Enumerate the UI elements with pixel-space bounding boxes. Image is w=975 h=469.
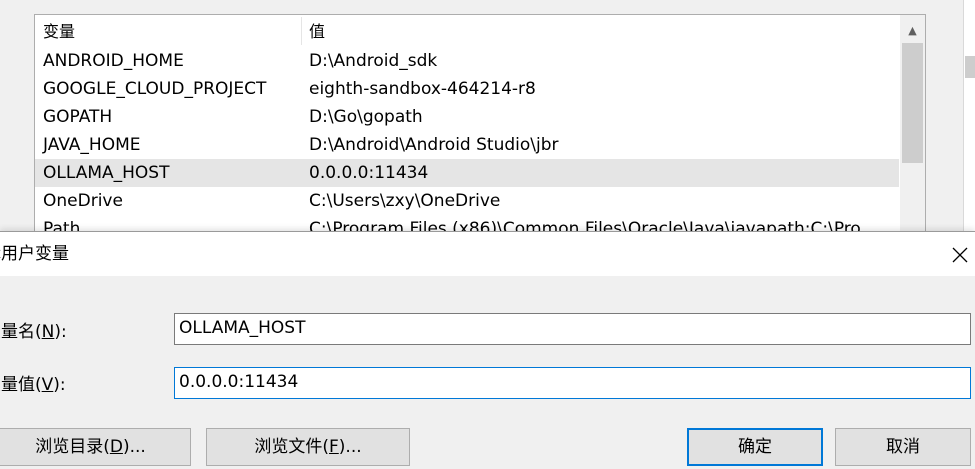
table-row[interactable]: ANDROID_HOME D:\Android_sdk <box>35 47 899 75</box>
variable-value-cell: eighth-sandbox-464214-r8 <box>309 79 536 99</box>
variable-value-cell: C:\Users\zxy\OneDrive <box>309 191 501 211</box>
list-rows: ANDROID_HOME D:\Android_sdk GOOGLE_CLOUD… <box>35 47 899 243</box>
browse-directory-button[interactable]: 浏览目录(D)... <box>0 428 191 466</box>
variable-value-cell: 0.0.0.0:11434 <box>309 163 429 183</box>
environment-variables-window: 变量 值 ANDROID_HOME D:\Android_sdk GOOGLE_… <box>0 0 975 246</box>
column-divider[interactable] <box>301 17 302 45</box>
variable-name-cell: OneDrive <box>43 191 123 211</box>
background-window-edge <box>963 0 975 232</box>
user-variables-list[interactable]: 变量 值 ANDROID_HOME D:\Android_sdk GOOGLE_… <box>34 14 926 246</box>
column-header-value[interactable]: 值 <box>309 15 325 45</box>
vertical-scrollbar[interactable]: ▲ <box>900 15 925 245</box>
variable-name-field[interactable]: OLLAMA_HOST <box>174 313 971 345</box>
variable-value-cell: D:\Go\gopath <box>309 107 423 127</box>
variable-name-cell: GOOGLE_CLOUD_PROJECT <box>43 79 267 99</box>
variable-value-cell: D:\Android\Android Studio\jbr <box>309 135 559 155</box>
dialog-title: 辑用户变量 <box>0 244 69 264</box>
variable-name-cell: JAVA_HOME <box>43 135 141 155</box>
column-header-variable[interactable]: 变量 <box>43 15 299 45</box>
variable-name-cell: GOPATH <box>43 107 113 127</box>
dialog-title-bar[interactable]: 辑用户变量 <box>0 232 975 276</box>
table-row[interactable]: OneDrive C:\Users\zxy\OneDrive <box>35 187 899 215</box>
scrollbar-thumb[interactable] <box>902 43 923 163</box>
variable-name-cell: ANDROID_HOME <box>43 51 184 71</box>
scroll-up-arrow-icon[interactable]: ▲ <box>900 19 925 43</box>
table-row[interactable]: GOPATH D:\Go\gopath <box>35 103 899 131</box>
table-row[interactable]: GOOGLE_CLOUD_PROJECT eighth-sandbox-4642… <box>35 75 899 103</box>
table-row[interactable]: JAVA_HOME D:\Android\Android Studio\jbr <box>35 131 899 159</box>
variable-value-cell: D:\Android_sdk <box>309 51 438 71</box>
close-icon[interactable] <box>945 240 973 268</box>
background-scrollbar-thumb[interactable] <box>965 56 975 78</box>
edit-user-variable-dialog: 辑用户变量 变量名(N): OLLAMA_HOST 变量值(V): 0.0.0.… <box>0 231 975 469</box>
table-row-selected[interactable]: OLLAMA_HOST 0.0.0.0:11434 <box>35 159 899 187</box>
variable-name-label: 变量名(N): <box>0 322 67 342</box>
browse-file-button[interactable]: 浏览文件(F)... <box>206 428 410 466</box>
cancel-button[interactable]: 取消 <box>835 428 971 466</box>
list-header: 变量 值 <box>35 15 899 45</box>
ok-button[interactable]: 确定 <box>687 428 823 466</box>
variable-name-cell: OLLAMA_HOST <box>43 163 170 183</box>
variable-value-label: 变量值(V): <box>0 375 66 395</box>
variable-value-field[interactable]: 0.0.0.0:11434 <box>174 367 971 399</box>
